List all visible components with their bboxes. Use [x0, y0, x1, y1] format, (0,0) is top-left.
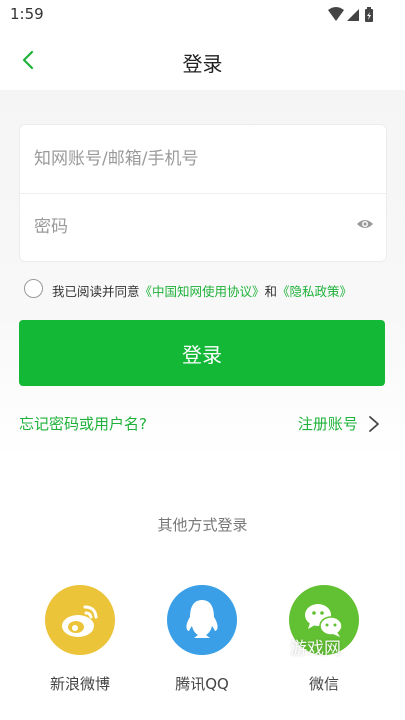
eye-icon[interactable]	[356, 217, 374, 231]
agreement-conjunction: 和	[264, 284, 278, 299]
forgot-password-link[interactable]: 忘记密码或用户名?	[19, 413, 147, 434]
qq-icon	[186, 600, 218, 638]
weibo-icon-circle	[45, 585, 115, 655]
terms-link[interactable]: 《中国知网使用协议》	[140, 284, 265, 299]
weibo-login-button[interactable]: 新浪微博	[30, 585, 130, 695]
agreement-text: 我已阅读并同意《中国知网使用协议》和《隐私政策》	[52, 281, 352, 300]
wechat-label: 微信	[308, 675, 339, 693]
register-link[interactable]: 注册账号	[298, 413, 381, 435]
qq-icon-circle	[167, 585, 237, 655]
password-field	[20, 193, 386, 261]
wifi-icon	[328, 7, 344, 21]
weibo-label: 新浪微博	[49, 675, 110, 693]
page-title: 登录	[182, 52, 223, 76]
weibo-icon	[62, 605, 98, 637]
login-form	[19, 124, 387, 262]
chevron-right-icon	[369, 415, 379, 432]
password-input[interactable]	[32, 207, 346, 247]
battery-icon	[365, 7, 373, 22]
nav-bar: 登录	[0, 36, 405, 86]
watermark-text: 游戏网	[290, 639, 341, 659]
register-label: 注册账号	[297, 415, 358, 433]
status-icons	[328, 7, 373, 22]
qq-label: 腾讯QQ	[175, 675, 229, 693]
signal-icon	[347, 9, 359, 21]
status-time: 1:59	[10, 5, 44, 23]
login-page: 1:59 登录 知网账号/邮箱/手机号 我已阅读并同意《中国知网使用协议》和《隐…	[0, 0, 405, 720]
other-login-title: 其他方式登录	[157, 516, 248, 534]
social-login-list: 新浪微博 腾讯QQ 微信	[0, 585, 405, 695]
account-field	[20, 125, 386, 194]
privacy-link[interactable]: 《隐私政策》	[277, 284, 352, 299]
qq-login-button[interactable]: 腾讯QQ	[152, 585, 252, 695]
status-bar: 1:59	[0, 0, 405, 30]
agreement-row: 我已阅读并同意《中国知网使用协议》和《隐私政策》	[24, 278, 384, 304]
agreement-checkbox[interactable]	[24, 279, 43, 298]
login-button[interactable]: 登录	[19, 320, 385, 386]
account-input[interactable]	[32, 139, 346, 179]
agreement-prefix: 我已阅读并同意	[52, 284, 140, 299]
